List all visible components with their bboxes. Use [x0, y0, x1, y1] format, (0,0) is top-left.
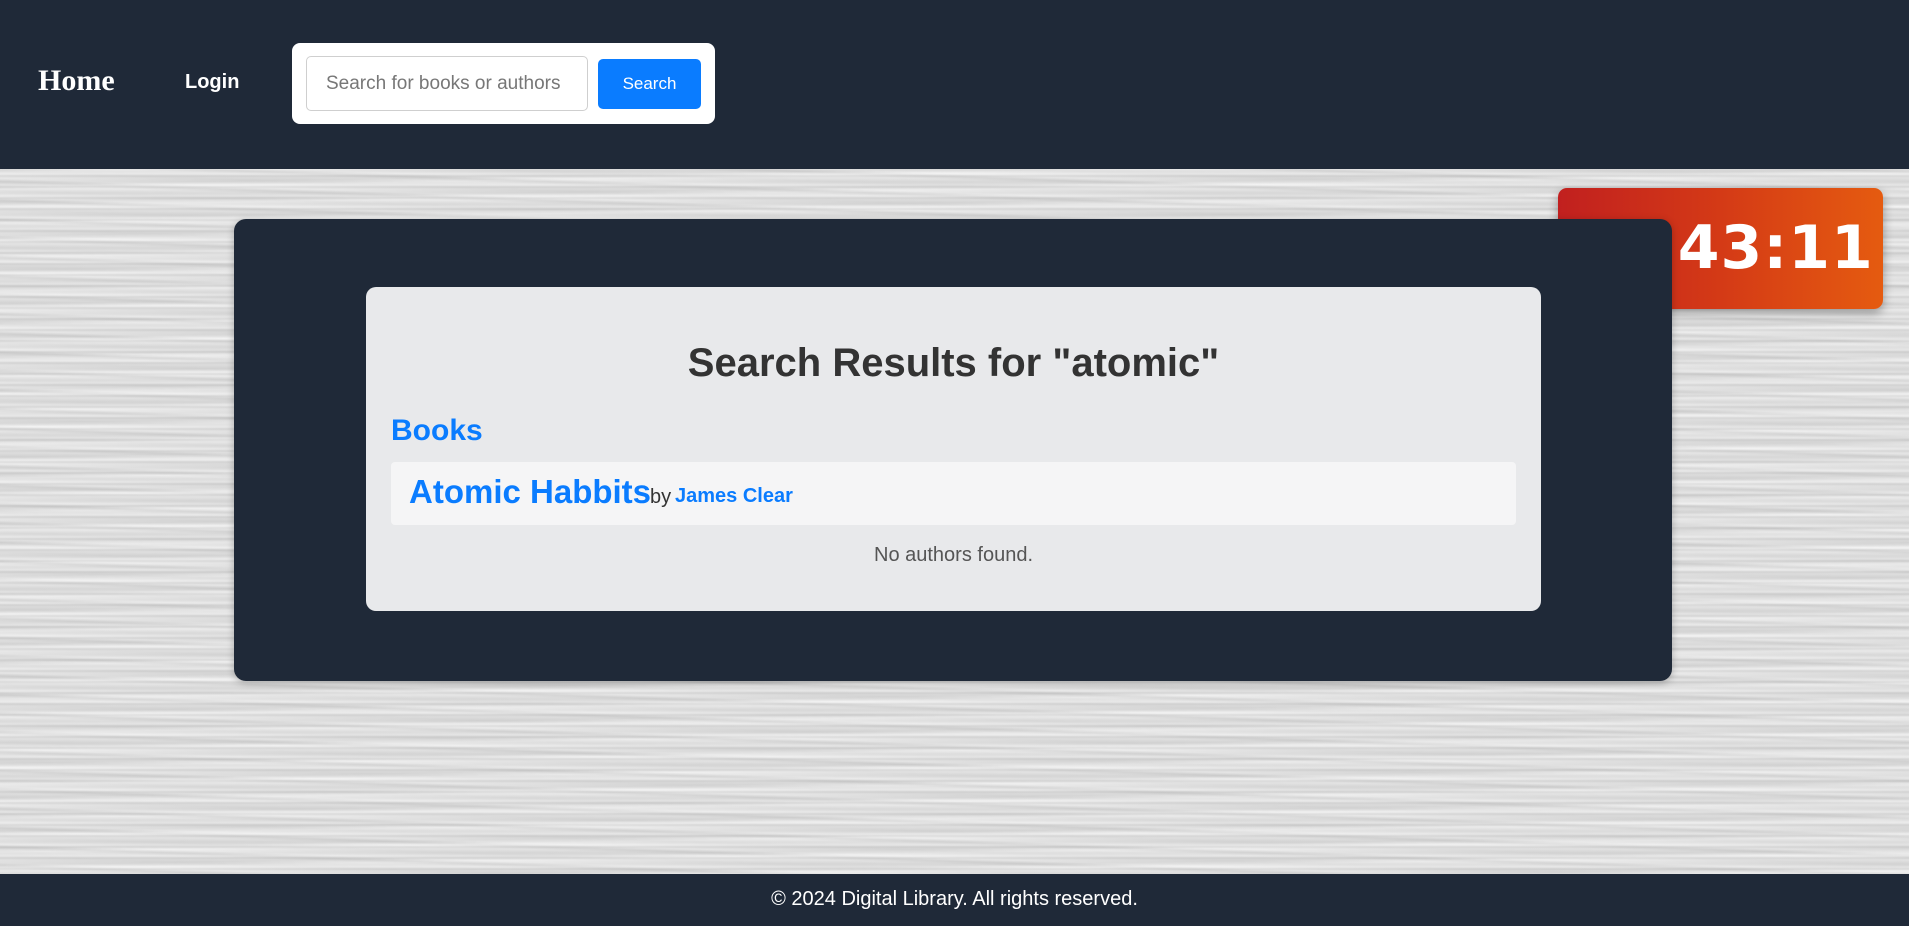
nav-login-link[interactable]: Login: [185, 71, 239, 94]
search-input[interactable]: [306, 56, 588, 111]
no-authors-message: No authors found.: [874, 544, 1033, 566]
books-heading: Books: [391, 414, 483, 447]
book-title-link[interactable]: Atomic Habbits: [409, 473, 651, 511]
nav-home-link[interactable]: Home: [38, 64, 115, 98]
search-button[interactable]: Search: [598, 59, 701, 109]
search-form: Search: [292, 43, 715, 124]
top-navbar: Home Login Search: [0, 0, 1909, 169]
book-by-label: by: [650, 486, 672, 508]
main-container: Search Results for "atomic" Books Atomic…: [234, 219, 1672, 681]
search-results-title: Search Results for "atomic": [687, 341, 1220, 385]
footer-copyright: © 2024 Digital Library. All rights reser…: [771, 888, 1138, 910]
footer: © 2024 Digital Library. All rights reser…: [0, 874, 1909, 926]
book-author-link[interactable]: James Clear: [675, 485, 793, 508]
book-list-item: Atomic Habbits by James Clear: [391, 462, 1516, 525]
search-results-card: Search Results for "atomic" Books Atomic…: [366, 287, 1541, 611]
